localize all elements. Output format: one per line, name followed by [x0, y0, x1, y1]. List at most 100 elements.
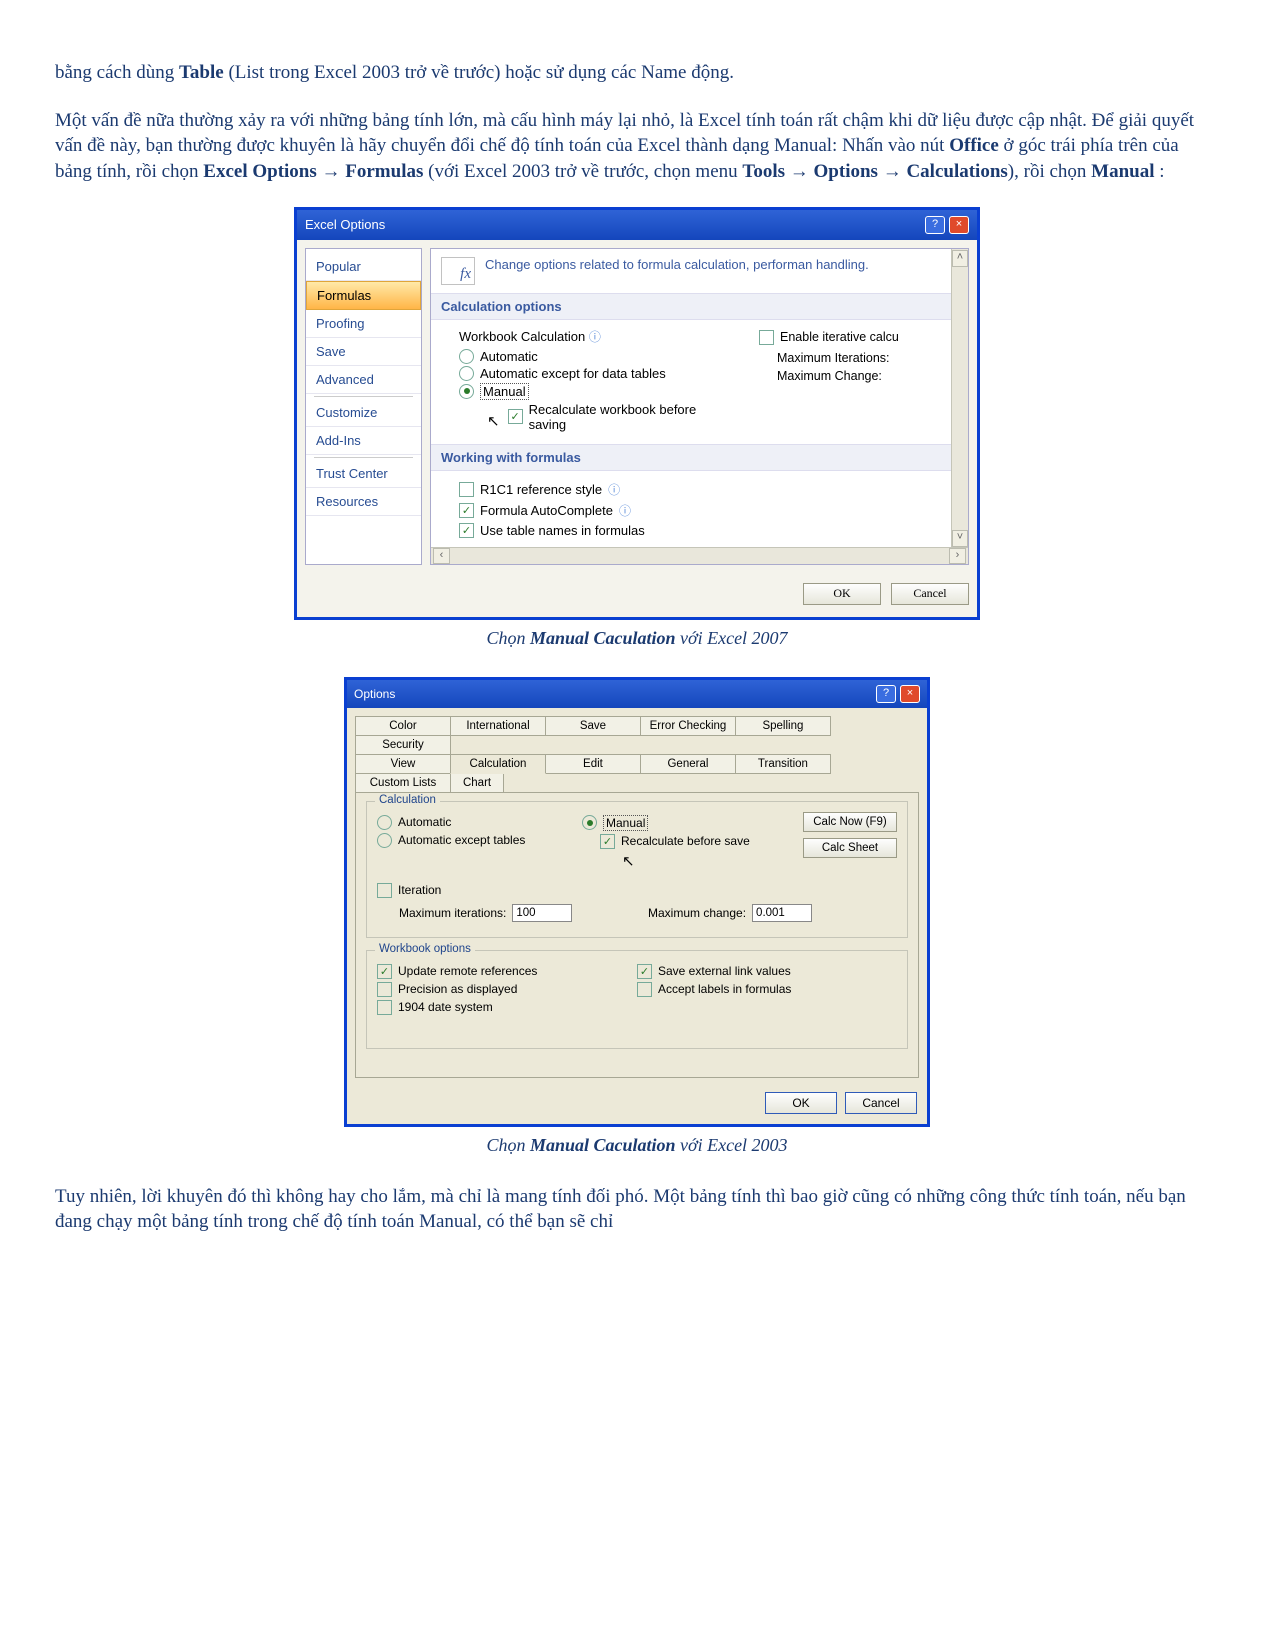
max-change-label: Maximum change: [648, 906, 746, 920]
checkbox-autocomplete-label: Formula AutoComplete [480, 503, 613, 518]
tabs-row-1: Color International Save Error Checking … [355, 716, 919, 754]
nav-resources[interactable]: Resources [306, 488, 421, 516]
radio-automatic-label: Automatic [480, 349, 538, 364]
checkbox-accept-labels[interactable] [637, 982, 652, 997]
tab-edit[interactable]: Edit [545, 754, 641, 774]
radio-automatic[interactable] [459, 349, 474, 364]
titlebar: Options ? × [347, 680, 927, 708]
checkbox-tablenames[interactable] [459, 523, 474, 538]
nav-advanced[interactable]: Advanced [306, 366, 421, 394]
radio-auto-except[interactable] [459, 366, 474, 381]
nav-formulas[interactable]: Formulas [306, 281, 421, 310]
nav-proofing[interactable]: Proofing [306, 310, 421, 338]
category-nav: Popular Formulas Proofing Save Advanced … [305, 248, 422, 565]
radio-automatic-label: Automatic [398, 815, 451, 829]
checkbox-recalc-label: Recalculate before save [621, 834, 750, 848]
checkbox-recalc-label: Recalculate workbook before saving [529, 402, 699, 432]
calc-sheet-button[interactable]: Calc Sheet [803, 838, 897, 858]
tab-general[interactable]: General [640, 754, 736, 774]
nav-trust-center[interactable]: Trust Center [306, 460, 421, 488]
max-change-label: Maximum Change: [777, 369, 954, 383]
help-button[interactable]: ? [925, 216, 945, 234]
nav-popular[interactable]: Popular [306, 253, 421, 281]
paragraph-1: bằng cách dùng Table (List trong Excel 2… [55, 60, 1219, 86]
formula-icon: fx [441, 257, 475, 285]
cancel-button[interactable]: Cancel [845, 1092, 917, 1114]
ok-button[interactable]: OK [765, 1092, 837, 1114]
radio-auto-except[interactable] [377, 833, 392, 848]
section-working-with-formulas: Working with formulas [431, 444, 968, 471]
radio-manual-label: Manual [603, 815, 648, 831]
checkbox-r1c1[interactable] [459, 482, 474, 497]
tab-custom-lists[interactable]: Custom Lists [355, 773, 451, 793]
nav-save[interactable]: Save [306, 338, 421, 366]
cursor-icon: ↖ [487, 412, 500, 430]
info-icon[interactable]: ⓘ [608, 481, 620, 498]
radio-automatic[interactable] [377, 815, 392, 830]
legend-workbook: Workbook options [375, 943, 475, 955]
checkbox-save-external-label: Save external link values [658, 964, 791, 978]
info-icon[interactable]: ⓘ [619, 502, 631, 519]
radio-manual[interactable] [582, 815, 597, 830]
cancel-button[interactable]: Cancel [891, 583, 969, 605]
horizontal-scrollbar[interactable]: ‹ › [431, 547, 968, 564]
tab-save[interactable]: Save [545, 716, 641, 736]
vertical-scrollbar[interactable]: ˄ ˅ [951, 249, 968, 548]
radio-manual[interactable] [459, 384, 474, 399]
checkbox-iteration[interactable] [377, 883, 392, 898]
max-iterations-input[interactable] [512, 904, 572, 922]
max-iterations-label: Maximum iterations: [399, 906, 506, 920]
radio-manual-label: Manual [480, 383, 529, 400]
scroll-up-icon[interactable]: ˄ [952, 250, 968, 267]
max-change-input[interactable] [752, 904, 812, 922]
paragraph-3: Tuy nhiên, lời khuyên đó thì không hay c… [55, 1184, 1219, 1235]
tab-chart[interactable]: Chart [450, 773, 504, 793]
checkbox-recalc[interactable] [600, 834, 615, 849]
tab-transition[interactable]: Transition [735, 754, 831, 774]
help-button[interactable]: ? [876, 685, 896, 703]
checkbox-iterative-label: Enable iterative calcu [780, 330, 899, 344]
nav-addins[interactable]: Add-Ins [306, 427, 421, 455]
checkbox-1904[interactable] [377, 1000, 392, 1015]
tab-view[interactable]: View [355, 754, 451, 774]
checkbox-1904-label: 1904 date system [398, 1000, 493, 1014]
nav-customize[interactable]: Customize [306, 399, 421, 427]
tab-color[interactable]: Color [355, 716, 451, 736]
checkbox-recalc[interactable] [508, 409, 523, 424]
excel-options-dialog-2007: Excel Options ? × Popular Formulas Proof… [294, 207, 980, 620]
close-button[interactable]: × [949, 216, 969, 234]
section-header-text: Change options related to formula calcul… [485, 257, 869, 272]
tab-security[interactable]: Security [355, 735, 451, 755]
checkbox-accept-labels-label: Accept labels in formulas [658, 982, 791, 996]
tab-international[interactable]: International [450, 716, 546, 736]
checkbox-precision-label: Precision as displayed [398, 982, 517, 996]
checkbox-iteration-label: Iteration [398, 883, 441, 897]
cursor-icon: ↖ [622, 852, 787, 870]
checkbox-autocomplete[interactable] [459, 503, 474, 518]
tab-calculation[interactable]: Calculation [450, 754, 546, 774]
tabs-row-2: View Calculation Edit General Transition… [355, 754, 919, 792]
section-calculation-options: Calculation options [431, 293, 968, 320]
info-icon[interactable]: ⓘ [589, 330, 601, 344]
dialog-title: Options [354, 687, 395, 701]
legend-calculation: Calculation [375, 794, 440, 806]
scroll-left-icon[interactable]: ‹ [433, 548, 450, 564]
ok-button[interactable]: OK [803, 583, 881, 605]
checkbox-precision[interactable] [377, 982, 392, 997]
titlebar: Excel Options ? × [297, 210, 977, 240]
group-calculation: Calculation Automatic Automatic except t… [366, 801, 908, 938]
checkbox-iterative[interactable] [759, 330, 774, 345]
dialog-title: Excel Options [305, 217, 385, 232]
options-dialog-2003: Options ? × Color International Save Err… [344, 677, 930, 1127]
checkbox-tablenames-label: Use table names in formulas [480, 523, 645, 538]
calc-now-button[interactable]: Calc Now (F9) [803, 812, 897, 832]
tab-spelling[interactable]: Spelling [735, 716, 831, 736]
group-workbook-options: Workbook options Update remote reference… [366, 950, 908, 1049]
workbook-calculation-label: Workbook Calculation [459, 329, 585, 344]
scroll-right-icon[interactable]: › [949, 548, 966, 564]
checkbox-update-remote[interactable] [377, 964, 392, 979]
checkbox-save-external[interactable] [637, 964, 652, 979]
close-button[interactable]: × [900, 685, 920, 703]
scroll-down-icon[interactable]: ˅ [952, 530, 968, 547]
tab-error-checking[interactable]: Error Checking [640, 716, 736, 736]
